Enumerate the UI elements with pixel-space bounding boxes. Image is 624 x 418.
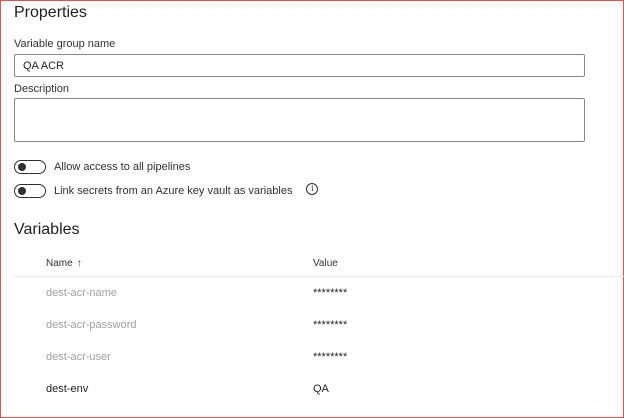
table-row[interactable]: dest-acr-user ******** — [14, 342, 624, 374]
column-header-value[interactable]: Value — [313, 258, 338, 269]
variable-group-name-label: Variable group name — [14, 38, 116, 50]
info-icon[interactable]: i — [306, 183, 319, 195]
column-header-name-label: Name — [46, 258, 73, 269]
column-header-name[interactable]: Name ↑ — [46, 258, 82, 269]
allow-access-toggle-label: Allow access to all pipelines — [54, 161, 191, 173]
table-row[interactable]: dest-env QA — [14, 374, 624, 406]
allow-access-toggle[interactable] — [14, 160, 46, 174]
variable-value: QA — [313, 383, 329, 395]
variables-heading: Variables — [14, 221, 80, 238]
toggle-knob — [18, 187, 26, 195]
link-secrets-toggle-row[interactable]: Link secrets from an Azure key vault as … — [14, 183, 319, 199]
link-secrets-toggle-label: Link secrets from an Azure key vault as … — [54, 185, 293, 197]
table-row[interactable]: dest-acr-password ******** — [14, 310, 624, 342]
arrow-up-icon: ↑ — [76, 258, 82, 269]
variable-name: dest-acr-password — [46, 319, 137, 331]
description-label: Description — [14, 83, 70, 95]
variable-name: dest-acr-name — [46, 287, 117, 299]
variable-name: dest-acr-user — [46, 351, 111, 363]
variables-table-header: Name ↑ Value — [14, 250, 624, 277]
variable-value: ******** — [313, 319, 348, 331]
properties-heading: Properties — [14, 4, 87, 21]
toggle-knob — [18, 163, 26, 171]
variable-value: ******** — [313, 351, 348, 363]
description-input[interactable] — [14, 98, 585, 142]
table-row[interactable]: dest-acr-name ******** — [14, 278, 624, 310]
variable-name: dest-env — [46, 383, 89, 395]
variable-value: ******** — [313, 287, 348, 299]
allow-access-toggle-row[interactable]: Allow access to all pipelines — [14, 159, 190, 175]
variable-group-name-input[interactable] — [14, 54, 585, 77]
link-secrets-toggle[interactable] — [14, 184, 46, 198]
